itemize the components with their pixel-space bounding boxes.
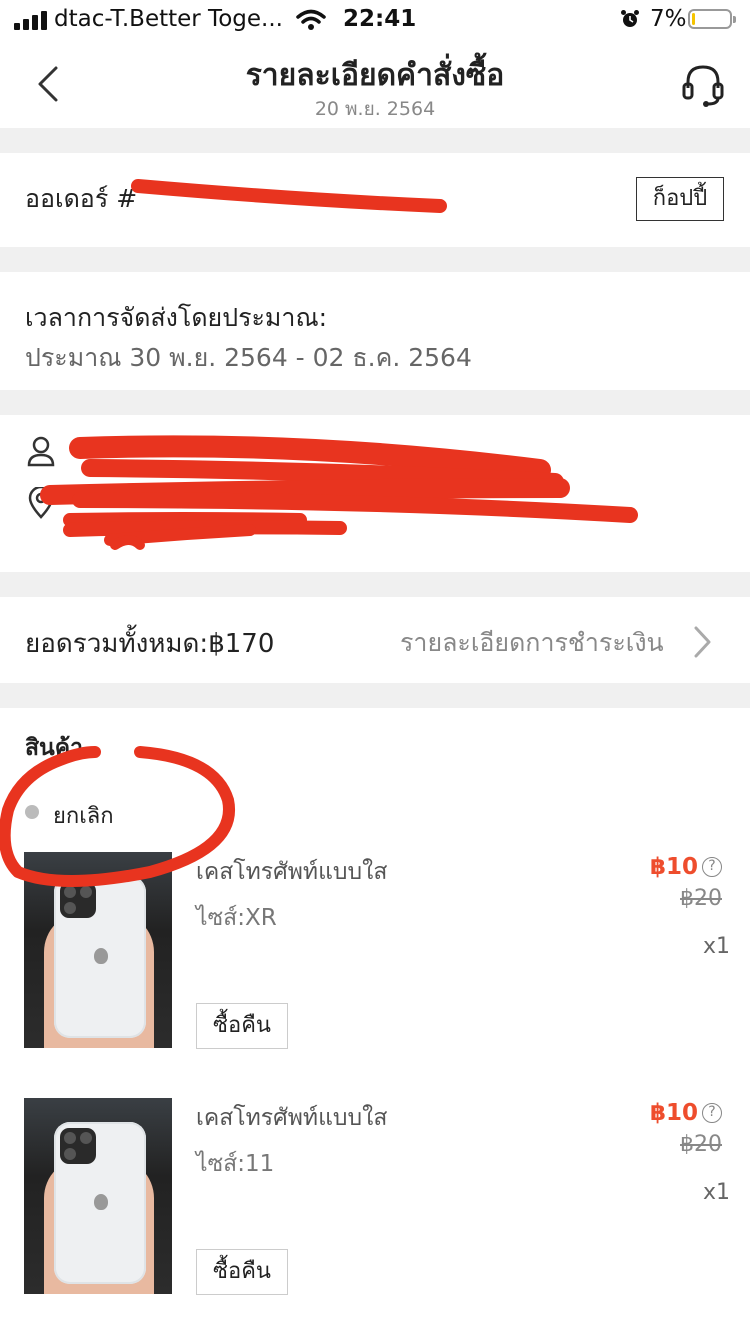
headset-icon[interactable]	[682, 62, 724, 108]
help-icon[interactable]: ?	[702, 857, 722, 877]
carrier-name: dtac-T.Better Toge...	[54, 6, 283, 32]
signal-icon	[14, 10, 52, 30]
product-original-price: ฿20	[680, 886, 722, 911]
clock-time: 22:41	[343, 6, 417, 32]
order-status-badge: ยกเลิก	[53, 804, 114, 829]
payment-total-card[interactable]: ยอดรวมทั้งหมด:฿170 รายละเอียดการชำระเงิน	[0, 597, 750, 683]
order-number-label: ออเดอร์ #	[25, 184, 138, 213]
products-card: สินค้า ยกเลิก เคสโทรศัพท์แบบใส ไซส์:XR ฿…	[0, 708, 750, 1334]
copy-button[interactable]: ก็อปปี้	[636, 177, 724, 221]
product-variant: ไซส์:XR	[196, 905, 277, 931]
product-name[interactable]: เคสโทรศัพท์แบบใส	[196, 1100, 387, 1136]
order-total: ยอดรวมทั้งหมด:฿170	[25, 629, 275, 659]
product-variant: ไซส์:11	[196, 1151, 275, 1177]
help-icon[interactable]: ?	[702, 1103, 722, 1123]
user-icon	[27, 436, 55, 467]
battery-icon	[688, 9, 736, 29]
product-quantity: x1	[703, 1180, 731, 1205]
product-name[interactable]: เคสโทรศัพท์แบบใส	[196, 854, 387, 890]
order-date: 20 พ.ย. 2564	[314, 98, 436, 120]
battery-level-fill	[692, 13, 695, 25]
order-number-card: ออเดอร์ # ก็อปปี้	[0, 153, 750, 247]
buy-again-button[interactable]: ซื้อคืน	[196, 1003, 288, 1049]
product-original-price: ฿20	[680, 1132, 722, 1157]
wifi-icon	[296, 9, 326, 30]
alarm-icon	[621, 10, 639, 27]
product-image[interactable]	[24, 852, 172, 1048]
battery-percent: 7%	[650, 6, 687, 32]
product-price: ฿10	[650, 1100, 699, 1126]
address-card[interactable]	[0, 415, 750, 572]
product-quantity: x1	[703, 934, 731, 959]
chevron-right-icon[interactable]	[692, 625, 712, 659]
products-heading: สินค้า	[25, 735, 84, 761]
shipping-estimate-label: เวลาการจัดส่งโดยประมาณ:	[25, 303, 328, 332]
page-title: รายละเอียดคำสั่งซื้อ	[245, 58, 505, 93]
product-price: ฿10	[650, 854, 699, 880]
shipping-estimate-card: เวลาการจัดส่งโดยประมาณ: ประมาณ 30 พ.ย. 2…	[0, 272, 750, 390]
status-dot-icon	[25, 805, 39, 819]
location-pin-icon	[28, 487, 54, 519]
status-bar: dtac-T.Better Toge... 22:41 7%	[0, 0, 750, 40]
shipping-estimate-range: ประมาณ 30 พ.ย. 2564 - 02 ธ.ค. 2564	[25, 343, 472, 372]
payment-details-link[interactable]: รายละเอียดการชำระเงิน	[400, 623, 664, 663]
product-image[interactable]	[24, 1098, 172, 1294]
buy-again-button[interactable]: ซื้อคืน	[196, 1249, 288, 1295]
nav-header: รายละเอียดคำสั่งซื้อ 20 พ.ย. 2564	[0, 40, 750, 128]
